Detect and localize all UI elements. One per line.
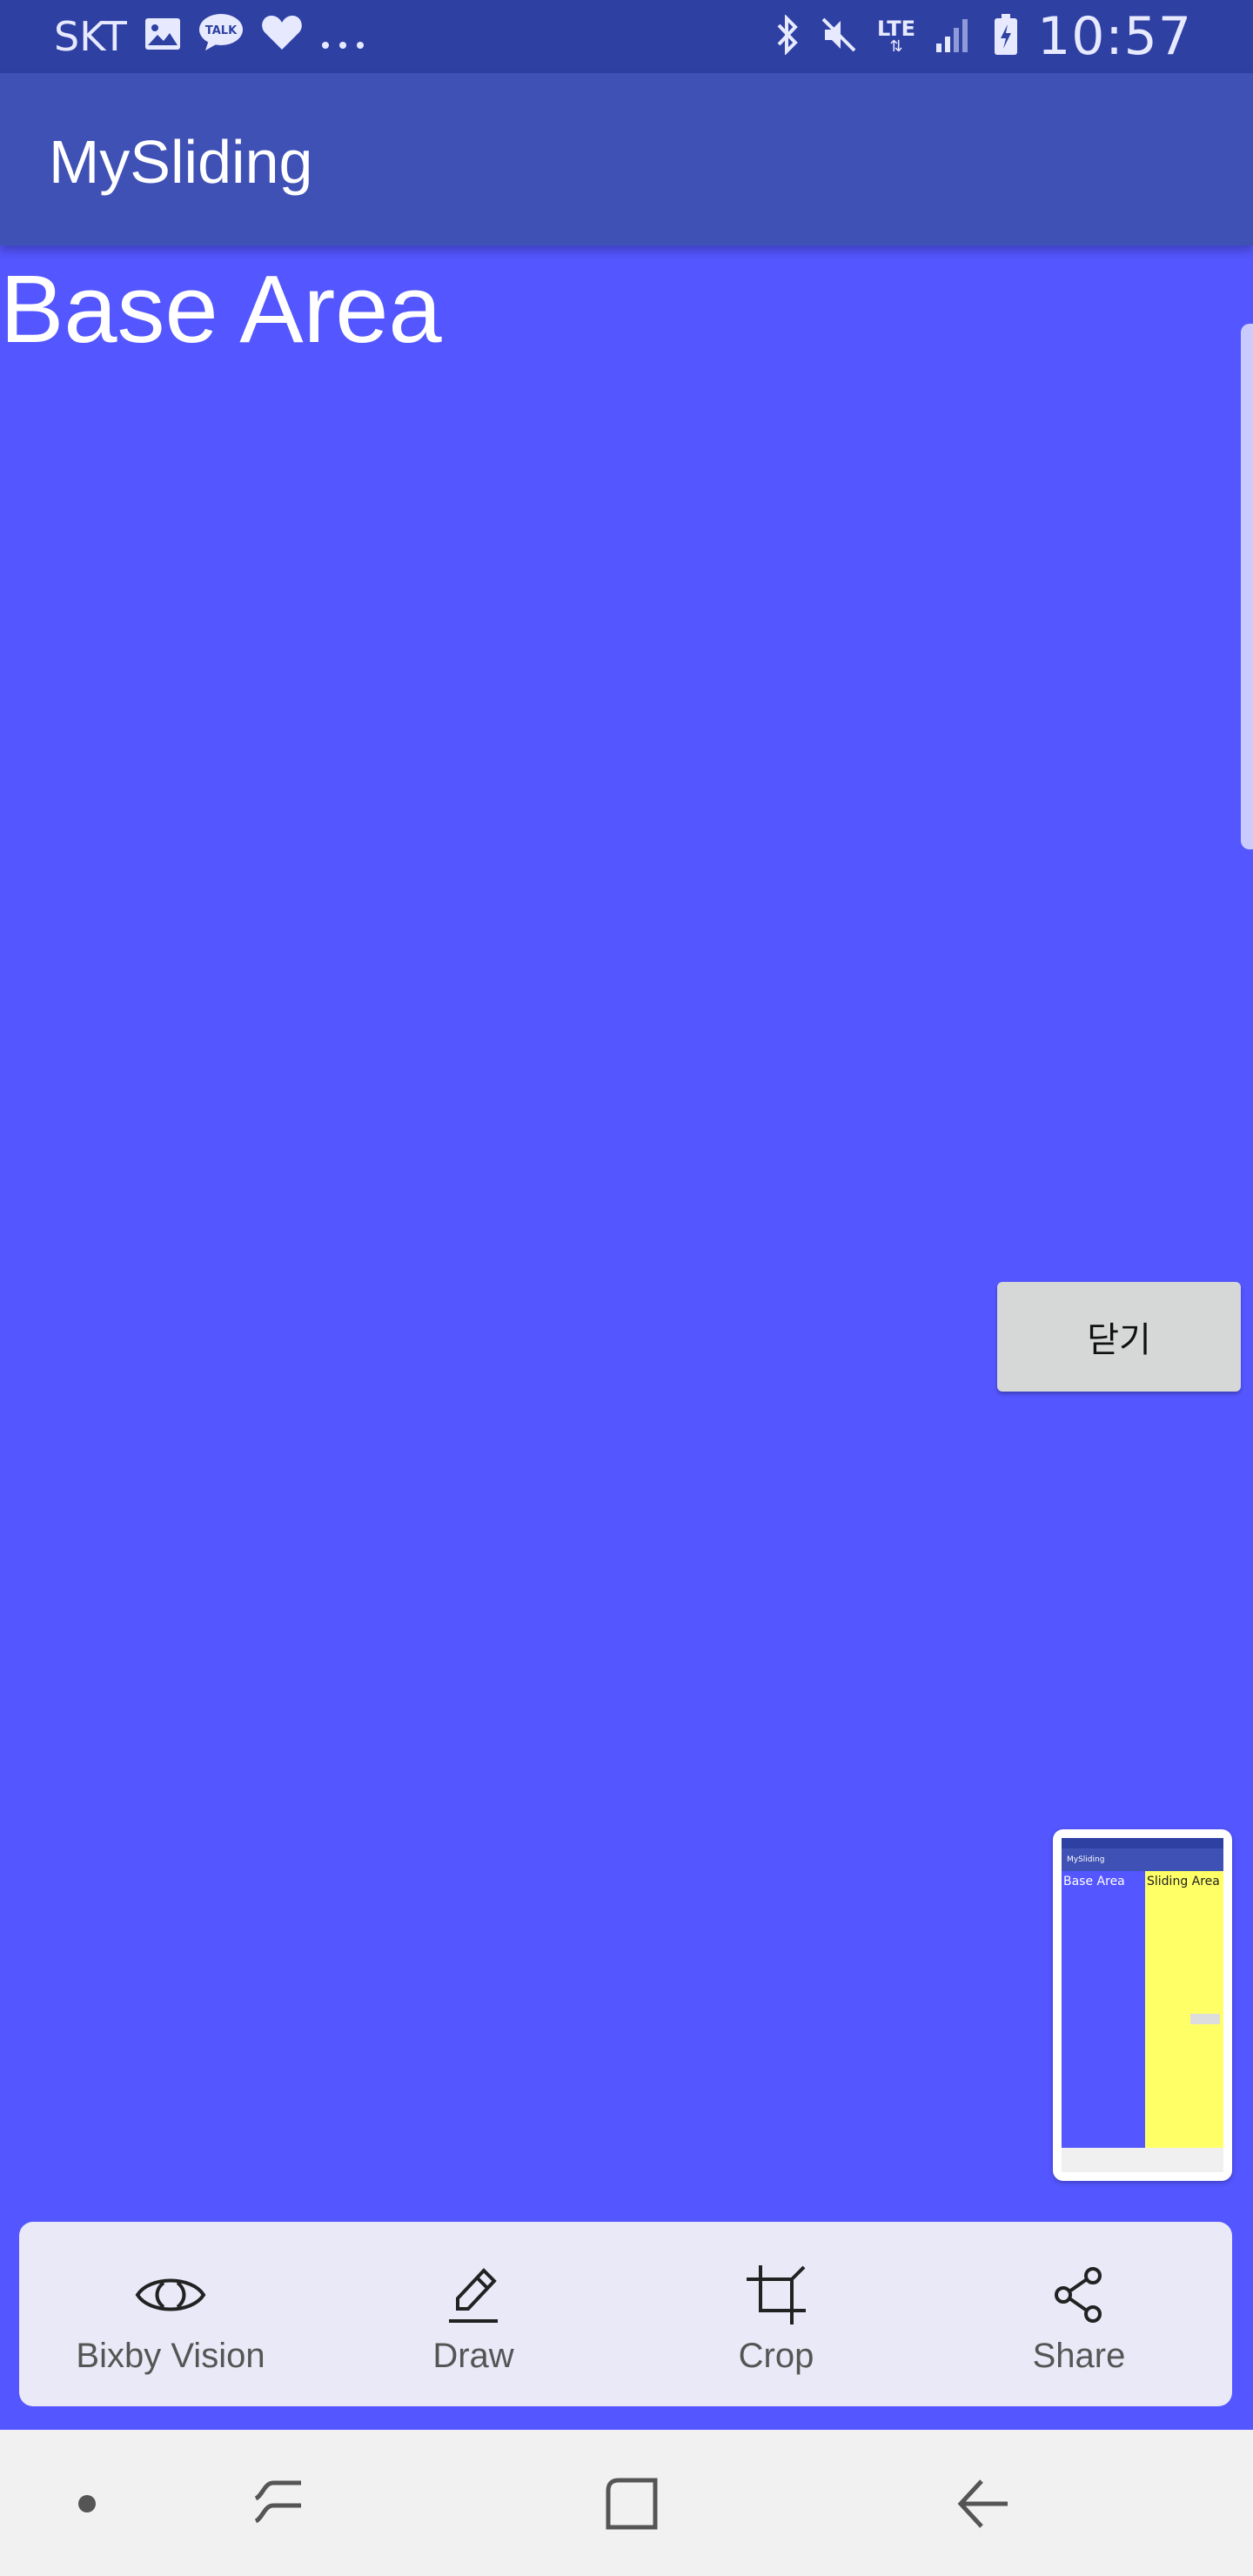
share-label: Share bbox=[1032, 2337, 1126, 2375]
base-area-label: Base Area bbox=[0, 256, 442, 363]
crop-button[interactable]: Crop bbox=[625, 2222, 928, 2406]
image-icon bbox=[144, 13, 181, 60]
screenshot-thumbnail[interactable]: MySliding Base Area Sliding Area bbox=[1053, 1829, 1232, 2181]
bixby-vision-button[interactable]: Bixby Vision bbox=[19, 2222, 322, 2406]
thumbnail-sliding-area: Sliding Area bbox=[1145, 1871, 1223, 2148]
navigation-bar bbox=[0, 2430, 1253, 2576]
thumbnail-preview: MySliding Base Area Sliding Area bbox=[1062, 1838, 1223, 2172]
thumbnail-close-button bbox=[1190, 2014, 1220, 2024]
share-button[interactable]: Share bbox=[928, 2222, 1230, 2406]
close-button[interactable]: 닫기 bbox=[997, 1282, 1241, 1392]
thumbnail-app-title: MySliding bbox=[1062, 1848, 1223, 1871]
clock: 10:57 bbox=[1037, 6, 1192, 67]
bluetooth-icon bbox=[774, 14, 801, 58]
talk-icon: TALK bbox=[198, 13, 244, 61]
app-title: MySliding bbox=[49, 128, 313, 196]
draw-label: Draw bbox=[432, 2337, 514, 2375]
bixby-vision-label: Bixby Vision bbox=[76, 2337, 265, 2375]
recents-icon[interactable] bbox=[244, 2465, 313, 2543]
share-icon bbox=[1051, 2262, 1107, 2328]
lte-icon: LTE ⇅ bbox=[876, 17, 916, 56]
heart-icon bbox=[261, 13, 303, 60]
pencil-icon bbox=[446, 2262, 501, 2328]
status-bar-right: LTE ⇅ 10:57 bbox=[774, 6, 1192, 67]
status-bar: SKT TALK LTE ⇅ 10:57 bbox=[0, 0, 1253, 73]
mute-icon bbox=[820, 16, 858, 57]
status-bar-left: SKT TALK bbox=[54, 12, 365, 61]
dot-icon[interactable] bbox=[52, 2465, 122, 2543]
home-icon[interactable] bbox=[597, 2465, 667, 2543]
sliding-panel-handle[interactable] bbox=[1241, 324, 1253, 849]
carrier-label: SKT bbox=[54, 13, 127, 60]
app-bar: MySliding bbox=[0, 73, 1253, 245]
battery-charging-icon bbox=[994, 14, 1018, 59]
more-dots-icon bbox=[320, 13, 365, 60]
signal-icon bbox=[935, 16, 975, 57]
capture-toolbar: Bixby Vision Draw Crop Share bbox=[19, 2222, 1232, 2406]
back-icon[interactable] bbox=[948, 2465, 1018, 2543]
crop-label: Crop bbox=[738, 2337, 814, 2375]
thumbnail-nav-bar bbox=[1062, 2148, 1223, 2172]
eye-icon bbox=[134, 2262, 207, 2328]
thumbnail-status-bar bbox=[1062, 1838, 1223, 1848]
thumbnail-sliding-area-label: Sliding Area bbox=[1147, 1875, 1220, 1888]
lte-label: LTE bbox=[876, 17, 916, 41]
draw-button[interactable]: Draw bbox=[322, 2222, 625, 2406]
crop-icon bbox=[745, 2262, 807, 2328]
svg-text:TALK: TALK bbox=[205, 24, 238, 37]
thumbnail-base-area-label: Base Area bbox=[1063, 1875, 1125, 1888]
